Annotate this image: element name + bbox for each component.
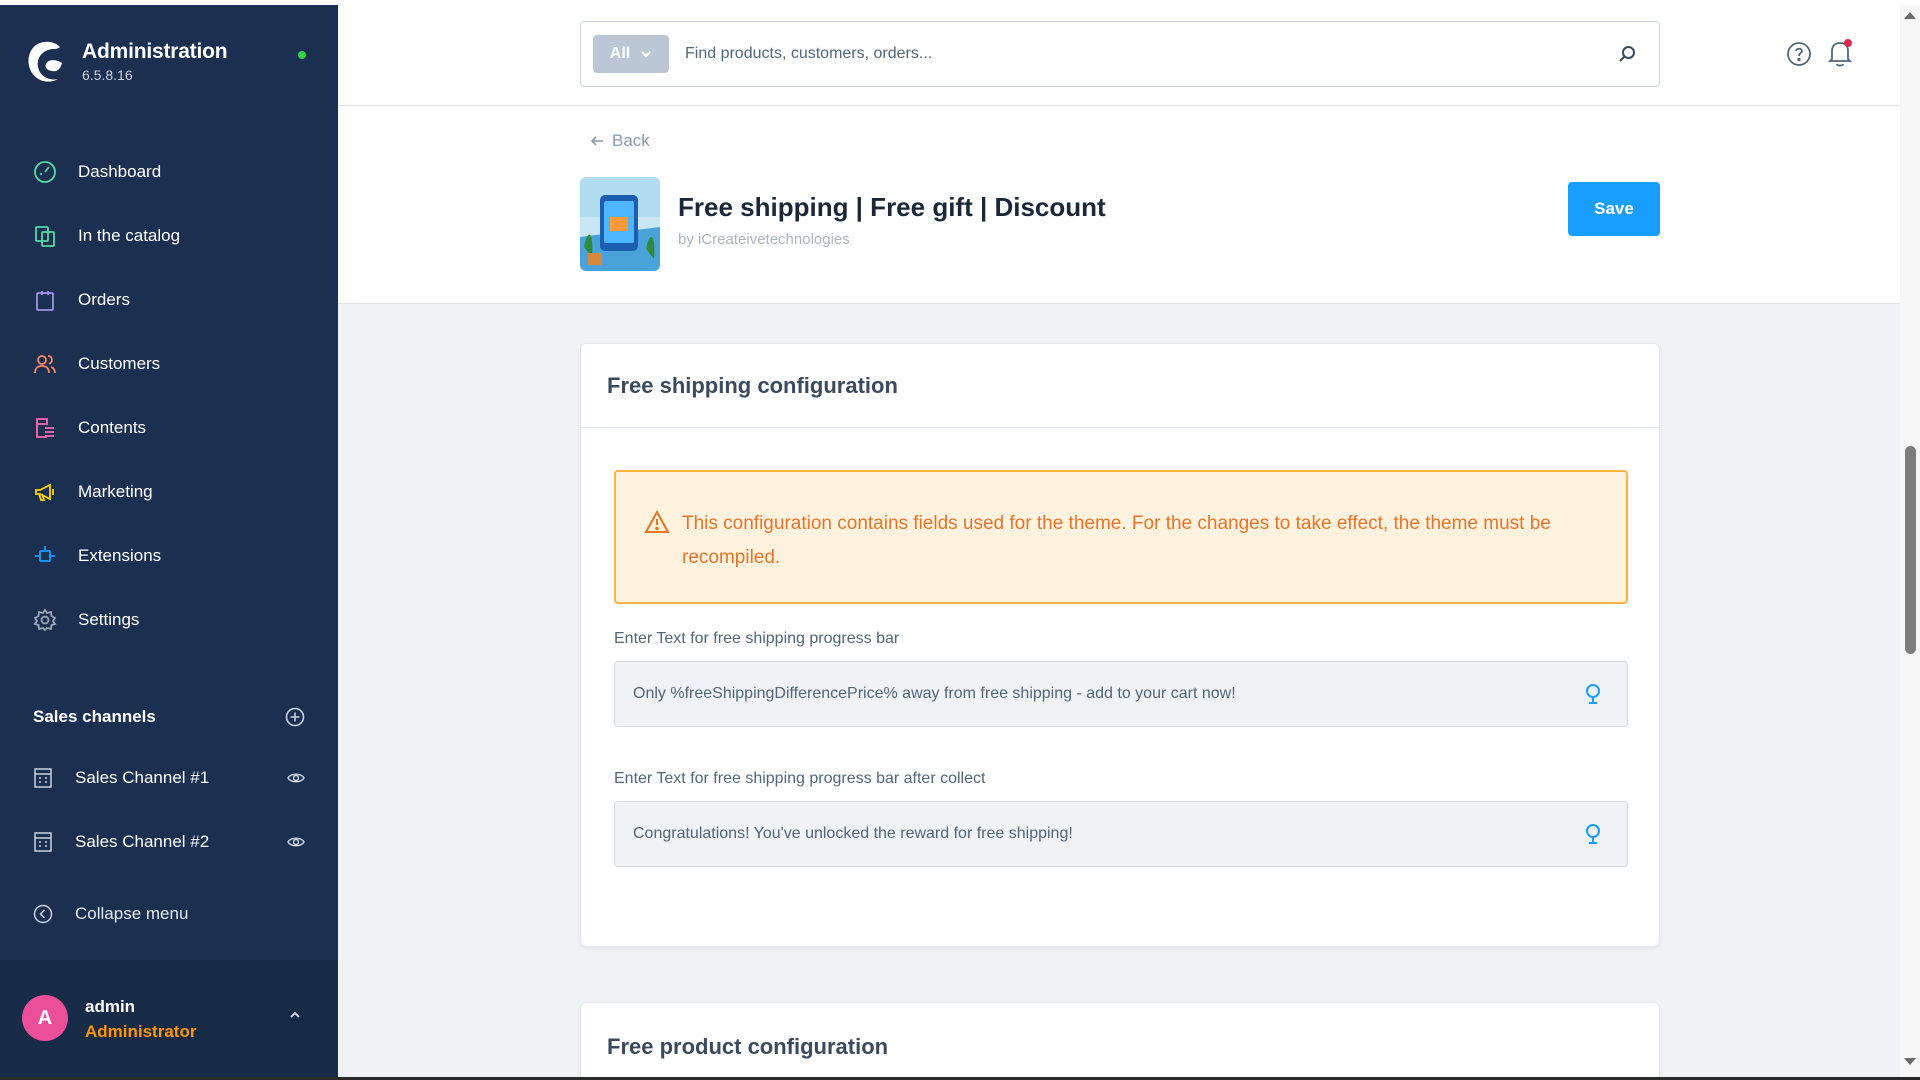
scroll-down-arrow-icon[interactable] [1903, 1057, 1917, 1067]
orders-icon [32, 287, 58, 313]
dashboard-icon [32, 159, 58, 185]
translation-globe-icon[interactable] [1585, 683, 1601, 705]
field-value: Congratulations! You've unlocked the rew… [633, 825, 1073, 842]
customers-icon [32, 351, 58, 377]
sales-channels-header: Sales channels [33, 707, 305, 727]
catalog-icon [32, 223, 58, 249]
extensions-icon [32, 543, 58, 569]
app-name: Administration [82, 39, 228, 63]
sidebar: Administration 6.5.8.16 Dashboard In the… [0, 5, 338, 1077]
free-product-card: Free product configuration [580, 1002, 1660, 1080]
sidebar-item-label: Orders [78, 290, 130, 309]
page-header: Back Free shipping | Free gift | Discoun… [338, 106, 1900, 304]
sidebar-item-dashboard[interactable]: Dashboard [0, 140, 338, 204]
search-type-label: All [609, 45, 631, 62]
sales-channel-label: Sales Channel #2 [75, 832, 210, 851]
sidebar-item-label: Customers [78, 354, 161, 373]
topbar: All [338, 5, 1900, 106]
add-sales-channel-icon[interactable] [285, 707, 305, 727]
chevron-left-circle-icon [33, 904, 53, 924]
collapse-menu-button[interactable]: Collapse menu [33, 904, 188, 924]
storefront-icon [34, 832, 52, 852]
alert-message: This configuration contains fields used … [682, 513, 1551, 568]
theme-recompile-alert: This configuration contains fields used … [614, 470, 1628, 604]
sidebar-item-orders[interactable]: Orders [0, 268, 338, 332]
page-title: Free shipping | Free gift | Discount [678, 192, 1106, 222]
sidebar-item-contents[interactable]: Contents [0, 396, 338, 460]
app-version: 6.5.8.16 [82, 66, 133, 83]
field-label: Enter Text for free shipping progress ba… [614, 770, 986, 787]
collapse-menu-label: Collapse menu [75, 904, 189, 923]
sales-channel-item[interactable]: Sales Channel #1 [33, 767, 305, 789]
user-name: admin [85, 997, 136, 1016]
sales-channels-title: Sales channels [33, 707, 156, 726]
sidebar-item-marketing[interactable]: Marketing [0, 460, 338, 524]
sidebar-item-customers[interactable]: Customers [0, 332, 338, 396]
progress-bar-text-field[interactable]: Only %freeShippingDifferencePrice% away … [614, 661, 1628, 727]
sidebar-item-label: Dashboard [78, 162, 162, 181]
sales-channel-item[interactable]: Sales Channel #2 [33, 831, 305, 853]
back-link[interactable]: Back [590, 131, 650, 151]
sidebar-item-settings[interactable]: Settings [0, 588, 338, 652]
storefront-icon [34, 768, 52, 788]
user-menu[interactable]: A admin Administrator [0, 960, 338, 1077]
shopware-logo-icon [28, 41, 62, 82]
card-title: Free product configuration [607, 1034, 889, 1059]
sidebar-item-label: Settings [78, 610, 140, 629]
scrollbar-thumb[interactable] [1905, 446, 1916, 654]
user-role: Administrator [85, 1022, 197, 1041]
eye-icon[interactable] [287, 835, 305, 849]
back-label: Back [612, 131, 650, 150]
search-type-dropdown[interactable]: All [593, 35, 669, 73]
translation-globe-icon[interactable] [1585, 823, 1601, 845]
search-input[interactable] [685, 45, 1617, 63]
sidebar-item-extensions[interactable]: Extensions [0, 524, 338, 588]
avatar: A [22, 995, 68, 1041]
save-button[interactable]: Save [1568, 182, 1660, 236]
progress-bar-after-collect-field[interactable]: Congratulations! You've unlocked the rew… [614, 801, 1628, 867]
arrow-left-icon [590, 136, 603, 146]
help-icon[interactable] [1786, 41, 1812, 67]
free-shipping-card: Free shipping configuration This configu… [580, 343, 1660, 947]
sidebar-item-catalog[interactable]: In the catalog [0, 204, 338, 268]
sidebar-item-label: Extensions [78, 546, 162, 565]
search-icon[interactable] [1617, 44, 1637, 64]
online-status-indicator [298, 51, 306, 59]
field-value: Only %freeShippingDifferencePrice% away … [633, 685, 1236, 702]
warning-icon [644, 509, 670, 533]
main-navigation: Dashboard In the catalog Orders Customer… [0, 140, 338, 652]
field-label: Enter Text for free shipping progress ba… [614, 630, 900, 647]
brand[interactable]: Administration 6.5.8.16 [24, 37, 228, 85]
settings-icon [32, 607, 58, 633]
eye-icon[interactable] [287, 771, 305, 785]
sidebar-item-label: Contents [78, 418, 147, 437]
card-title: Free shipping configuration [581, 344, 1659, 428]
contents-icon [32, 415, 58, 441]
marketing-icon [32, 479, 58, 505]
chevron-up-icon[interactable] [288, 1010, 302, 1020]
sidebar-item-label: Marketing [78, 482, 153, 501]
app-author[interactable]: by iCreateivetechnologies [678, 231, 850, 248]
app-thumbnail-image [580, 177, 660, 271]
scroll-up-arrow-icon[interactable] [1903, 10, 1917, 20]
sidebar-item-label: In the catalog [78, 226, 181, 245]
sales-channel-label: Sales Channel #1 [75, 768, 210, 787]
global-search: All [580, 21, 1660, 87]
chevron-down-icon [641, 51, 651, 58]
notification-bell-icon[interactable] [1826, 38, 1854, 68]
